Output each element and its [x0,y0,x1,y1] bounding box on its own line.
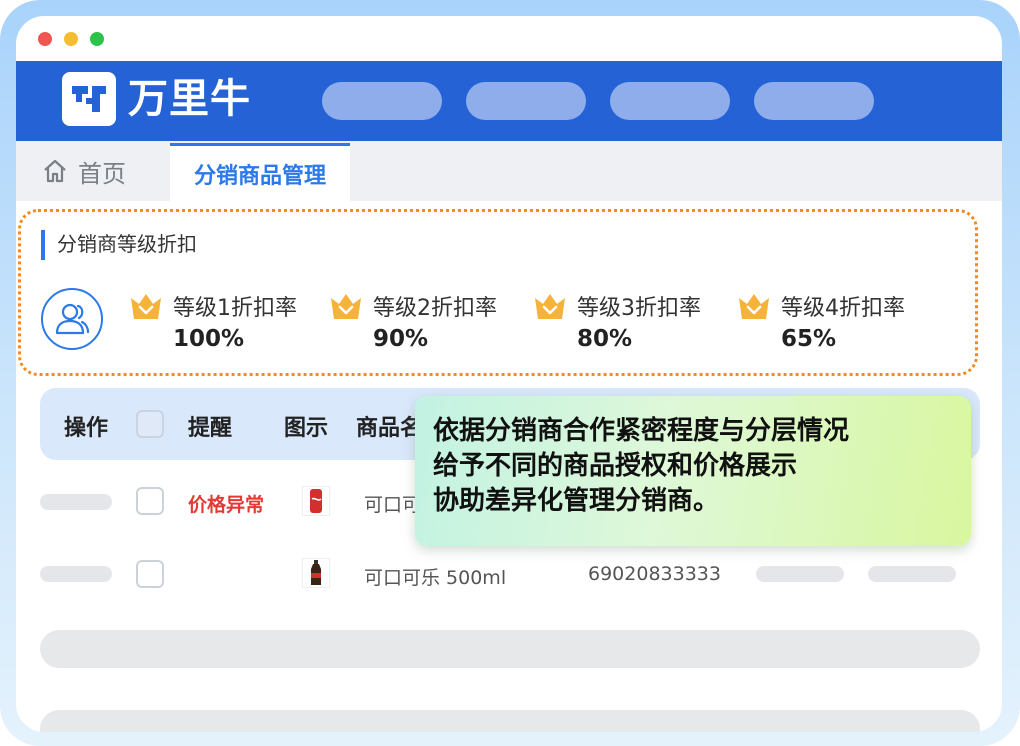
tab-distribution-products[interactable]: 分销商品管理 [170,143,350,201]
tab-home-label: 首页 [78,159,126,188]
level-label: 等级1折扣率 [173,296,297,321]
level-label: 等级4折扣率 [781,296,905,321]
row-checkbox[interactable] [136,487,164,515]
crown-icon [739,294,769,319]
level-label: 等级2折扣率 [373,296,497,321]
users-icon [41,288,103,350]
level-value: 80% [577,326,633,352]
product-name: 可口可乐 500ml [364,567,507,589]
level-value: 65% [781,326,837,352]
nav-item-1[interactable] [322,82,442,120]
brand-logo-icon [62,72,116,126]
crown-icon [331,294,361,319]
column-header-product-name: 商品名 [356,416,423,441]
nav-item-2[interactable] [466,82,586,120]
level-2-discount: 等级2折扣率 90% [329,290,519,360]
device-frame: 万里牛 首页 分销商品管理 分销商等级折扣 等级1折扣率 100% 等级2折扣率… [0,0,1020,746]
crown-icon [535,294,565,319]
nav-item-3[interactable] [610,82,730,120]
window-controls [38,32,104,46]
price-warning-text: 价格异常 [188,494,265,516]
home-icon [44,159,66,183]
column-header-action: 操作 [64,416,109,441]
nav-item-4[interactable] [754,82,874,120]
callout-line: 依据分销商合作紧密程度与分层情况 [433,416,850,446]
minimize-window-dot[interactable] [64,32,78,46]
loading-row-placeholder [40,630,980,668]
brand-name: 万里牛 [128,76,251,122]
select-all-checkbox[interactable] [136,410,164,438]
column-header-reminder: 提醒 [188,416,233,441]
level-3-discount: 等级3折扣率 80% [533,290,723,360]
row-placeholder [756,566,844,582]
discount-section: 分销商等级折扣 等级1折扣率 100% 等级2折扣率 90% 等级3折扣率 80… [18,209,978,376]
crown-icon [131,294,161,319]
section-title: 分销商等级折扣 [41,230,197,260]
cola-bottle-icon [302,558,330,588]
tab-bar: 首页 分销商品管理 [16,141,1002,201]
loading-row-placeholder [40,710,980,732]
product-name: 可口可 [364,494,422,516]
top-header: 万里牛 [16,61,1002,141]
cola-can-icon [302,486,330,516]
feature-callout: 依据分销商合作紧密程度与分层情况 给予不同的商品授权和价格展示 协助差异化管理分… [415,396,971,546]
level-4-discount: 等级4折扣率 65% [737,290,927,360]
level-value: 90% [373,326,429,352]
row-action-placeholder [40,494,112,510]
level-value: 100% [173,326,245,352]
callout-line: 协助差异化管理分销商。 [433,486,720,516]
app-window: 万里牛 首页 分销商品管理 分销商等级折扣 等级1折扣率 100% 等级2折扣率… [16,16,1002,732]
column-header-image: 图示 [284,416,329,441]
row-checkbox[interactable] [136,560,164,588]
tab-home[interactable]: 首页 [16,141,156,201]
row-placeholder [868,566,956,582]
row-action-placeholder [40,566,112,582]
level-label: 等级3折扣率 [577,296,701,321]
level-1-discount: 等级1折扣率 100% [129,290,319,360]
product-code: 69020833333 [588,563,721,585]
maximize-window-dot[interactable] [90,32,104,46]
callout-line: 给予不同的商品授权和价格展示 [433,451,798,481]
close-window-dot[interactable] [38,32,52,46]
